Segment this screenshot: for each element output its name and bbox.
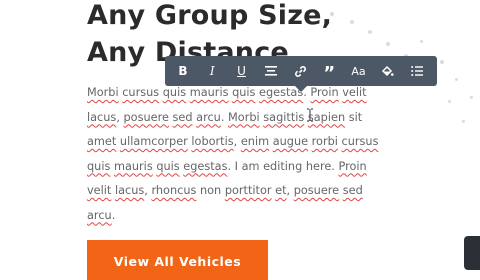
text-segment: .: [220, 110, 229, 124]
misspelled-word: mauris: [189, 86, 229, 99]
misspelled-word: ullamcorper: [119, 135, 188, 148]
misspelled-word: quis: [162, 86, 187, 99]
misspelled-word: posuere: [123, 110, 169, 124]
decorative-dot: [420, 40, 423, 43]
misspelled-word: cursus: [122, 86, 160, 99]
misspelled-word: enim: [240, 135, 270, 148]
decorative-dot: [350, 20, 354, 24]
list-icon: [411, 66, 423, 76]
font-size-icon: Aa: [351, 64, 366, 78]
misspelled-word: sed: [172, 110, 193, 124]
font-size-button[interactable]: Aa: [345, 56, 373, 86]
decorative-dot: [455, 78, 458, 81]
misspelled-word: lacus: [114, 184, 145, 197]
text-segment: ,: [286, 184, 294, 197]
misspelled-word: Morbi: [87, 86, 119, 99]
text-segment: non: [196, 184, 225, 197]
text-segment: sit: [345, 110, 363, 124]
text-format-toolbar: B I U ” Aa: [165, 56, 437, 92]
toolbar-pointer: [295, 86, 307, 92]
misspelled-word: porttitor: [224, 184, 272, 197]
misspelled-word: rorbi: [311, 135, 338, 148]
link-button[interactable]: [286, 56, 314, 86]
text-segment: . I am editing: [227, 159, 306, 173]
decorative-dot: [470, 96, 473, 99]
decorative-dot: [368, 30, 372, 34]
editable-paragraph[interactable]: Morbi cursus quis mauris quis egestas. P…: [87, 81, 387, 228]
misspelled-word: cursus: [341, 135, 379, 148]
decorative-dot: [330, 12, 334, 16]
underline-button[interactable]: U: [228, 56, 256, 86]
bold-icon: B: [178, 64, 188, 78]
misspelled-word: mauris: [113, 159, 153, 173]
text-segment: .: [111, 208, 116, 222]
view-all-vehicles-button[interactable]: View All Vehicles: [87, 240, 268, 280]
italic-button[interactable]: I: [198, 56, 226, 86]
quote-icon: ”: [323, 63, 336, 84]
text-color-button[interactable]: [374, 56, 402, 86]
misspelled-word: lacus: [87, 110, 117, 124]
decorative-dot: [386, 42, 390, 46]
italic-icon: I: [209, 64, 215, 78]
misspelled-word: augue: [272, 135, 309, 148]
misspelled-word: quis: [232, 86, 256, 99]
bold-button[interactable]: B: [169, 56, 197, 86]
misspelled-word: Proin: [338, 159, 367, 173]
heading-line-1: Any Group Size,: [87, 0, 333, 31]
list-button[interactable]: [403, 56, 431, 86]
misspelled-word: arcu: [87, 208, 112, 222]
misspelled-word: lobortis: [191, 135, 234, 148]
misspelled-word: Morbi: [228, 110, 260, 124]
link-icon: [294, 65, 306, 77]
align-button[interactable]: [257, 56, 285, 86]
misspelled-word: velit: [342, 86, 367, 99]
misspelled-word: et: [275, 184, 287, 197]
misspelled-word: posuere: [293, 184, 340, 197]
text-segment: ,: [116, 110, 124, 124]
misspelled-word: quis: [156, 159, 180, 173]
text-segment: ,: [233, 135, 241, 148]
decorative-dot: [448, 100, 451, 103]
decorative-dot: [462, 120, 465, 123]
underline-icon: U: [237, 64, 246, 78]
misspelled-word: quis: [87, 159, 111, 173]
misspelled-word: sagittis: [263, 110, 305, 124]
side-panel-tab[interactable]: [464, 236, 480, 270]
misspelled-word: sed: [342, 184, 363, 197]
text-cursor-icon: [307, 108, 313, 122]
misspelled-word: amet: [87, 135, 117, 148]
misspelled-word: rhoncus: [151, 184, 197, 197]
misspelled-word: egestas: [183, 159, 228, 173]
align-icon: [264, 66, 277, 76]
quote-button[interactable]: ”: [315, 56, 343, 86]
decorative-dot: [440, 60, 444, 64]
misspelled-word: arcu: [196, 110, 221, 124]
misspelled-word: velit: [87, 184, 112, 197]
text-segment: here.: [305, 159, 339, 173]
misspelled-word: Proin: [310, 86, 339, 99]
paint-bucket-icon: [382, 65, 394, 76]
